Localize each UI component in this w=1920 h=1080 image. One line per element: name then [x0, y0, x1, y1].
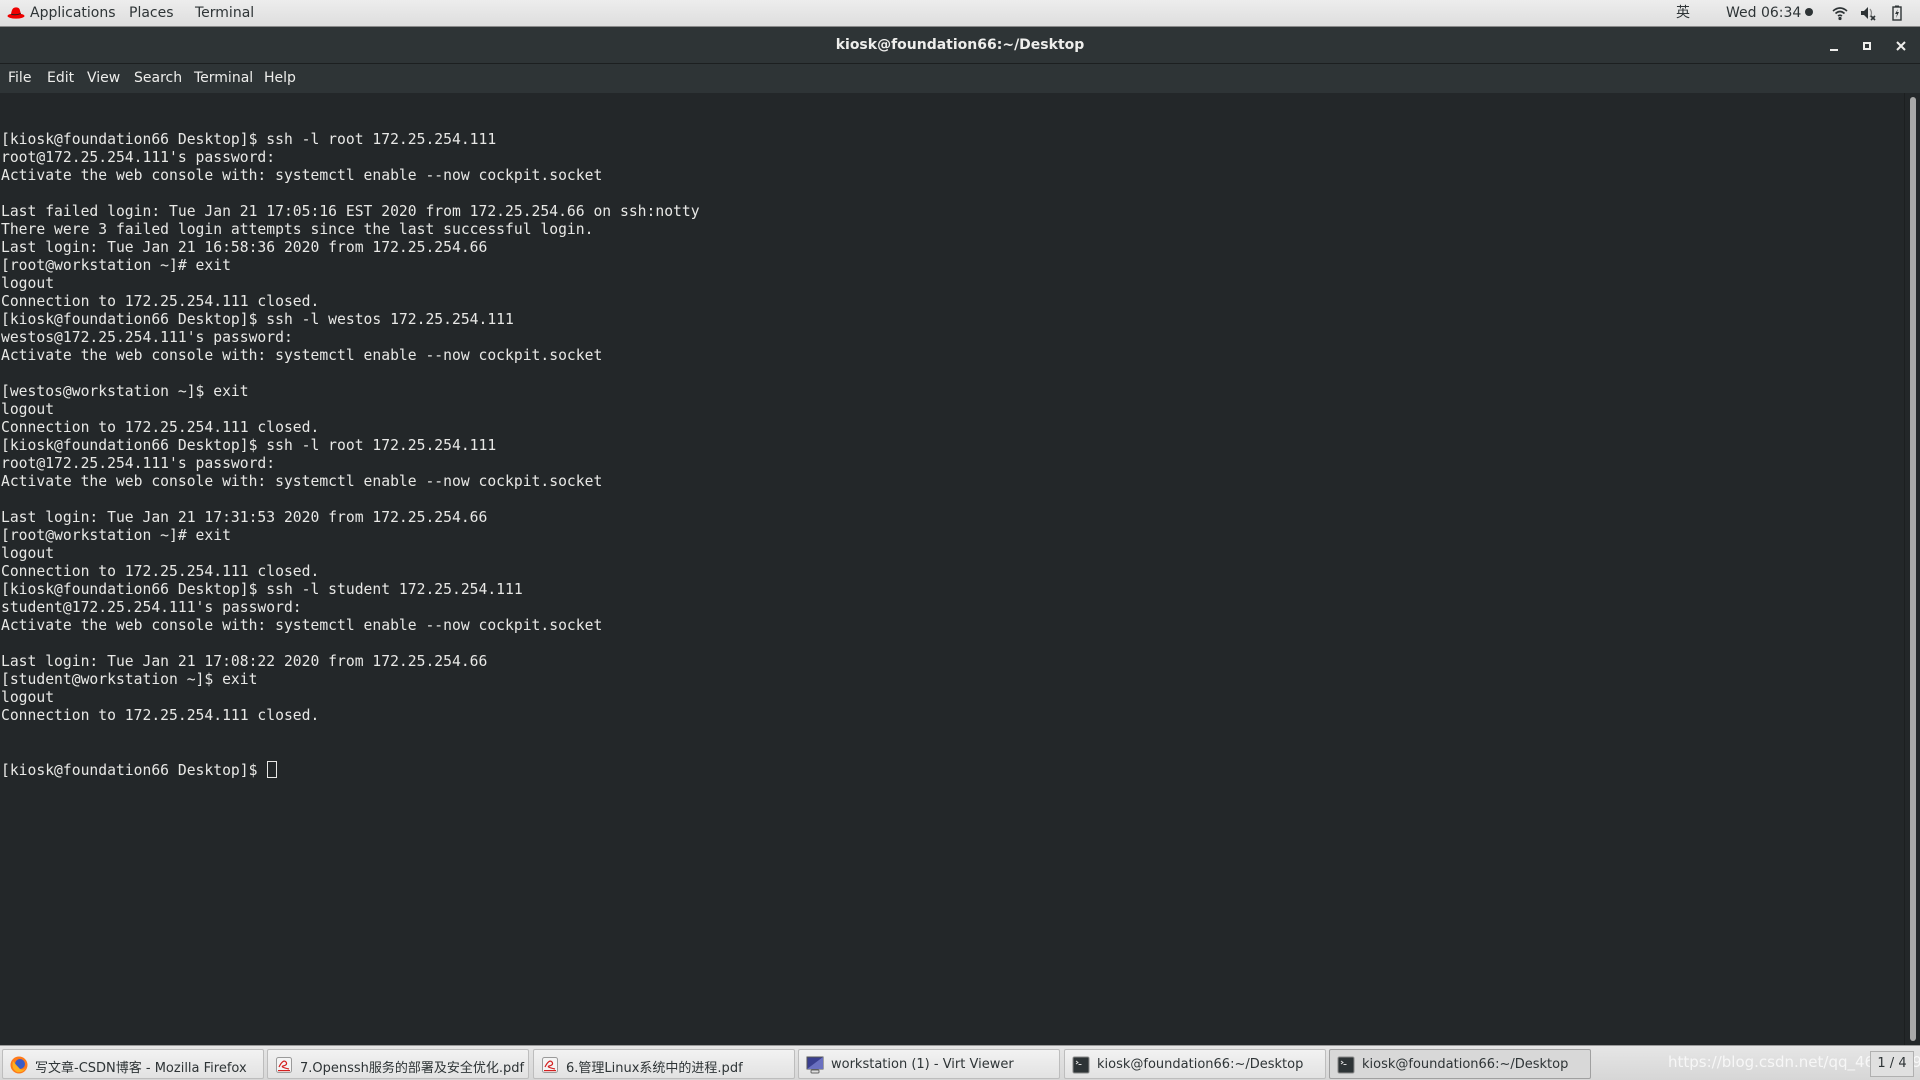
- terminal-line: There were 3 failed login attempts since…: [1, 221, 594, 238]
- task-label: kiosk@foundation66:~/Desktop: [1097, 1057, 1304, 1072]
- firefox-icon: [10, 1056, 28, 1074]
- task-pdf-openssh[interactable]: 7.Openssh服务的部署及安全优化.pdf: [267, 1049, 529, 1079]
- task-firefox[interactable]: 写文章-CSDN博客 - Mozilla Firefox: [2, 1049, 264, 1079]
- terminal-line: Activate the web console with: systemctl…: [1, 473, 603, 490]
- clock[interactable]: Wed 06:34: [1726, 4, 1814, 23]
- battery-charging-icon[interactable]: [1889, 5, 1905, 21]
- task-label: workstation (1) - Virt Viewer: [831, 1057, 1014, 1072]
- terminal-line: Last login: Tue Jan 21 17:08:22 2020 fro…: [1, 653, 488, 670]
- task-virt-viewer[interactable]: workstation (1) - Virt Viewer: [798, 1049, 1060, 1079]
- terminal-line: root@172.25.254.111's password:: [1, 455, 276, 472]
- app-menu-terminal[interactable]: Terminal: [195, 4, 254, 23]
- scrollbar-thumb[interactable]: [1910, 97, 1916, 1041]
- window-title: kiosk@foundation66:~/Desktop: [835, 37, 1085, 53]
- terminal-line: [root@workstation ~]# exit: [1, 527, 231, 544]
- workspace-indicator[interactable]: 1 / 4: [1870, 1051, 1914, 1077]
- terminal-line: Last failed login: Tue Jan 21 17:05:16 E…: [1, 203, 700, 220]
- terminal-line: Connection to 172.25.254.111 closed.: [1, 293, 320, 310]
- terminal-line: [westos@workstation ~]$ exit: [1, 383, 249, 400]
- text-cursor: [267, 761, 278, 778]
- terminal-icon: [1072, 1056, 1090, 1074]
- terminal-line: Activate the web console with: systemctl…: [1, 617, 603, 634]
- terminal-icon: [1337, 1056, 1355, 1074]
- menu-terminal[interactable]: Terminal: [194, 70, 253, 86]
- terminal-output[interactable]: [kiosk@foundation66 Desktop]$ ssh -l roo…: [0, 93, 1904, 1045]
- terminal-line: Connection to 172.25.254.111 closed.: [1, 563, 320, 580]
- task-pdf-process[interactable]: 6.管理Linux系统中的进程.pdf: [533, 1049, 795, 1079]
- terminal-line: [kiosk@foundation66 Desktop]$ ssh -l roo…: [1, 437, 497, 454]
- clock-text: Wed 06:34: [1726, 5, 1802, 21]
- terminal-prompt-line: [kiosk@foundation66 Desktop]$: [1, 761, 1903, 779]
- task-label: kiosk@foundation66:~/Desktop: [1362, 1057, 1569, 1072]
- terminal-line: logout: [1, 401, 55, 418]
- terminal-line: root@172.25.254.111's password:: [1, 149, 276, 166]
- terminal-line: Activate the web console with: systemctl…: [1, 347, 603, 364]
- redhat-logo-icon: [7, 7, 25, 19]
- task-terminal-2-active[interactable]: kiosk@foundation66:~/Desktop: [1329, 1049, 1591, 1079]
- window-list: 写文章-CSDN博客 - Mozilla Firefox 7.Openssh服务…: [0, 1045, 1920, 1080]
- terminal-line: [student@workstation ~]$ exit: [1, 671, 258, 688]
- menu-help[interactable]: Help: [264, 70, 296, 86]
- terminal-line: logout: [1, 275, 55, 292]
- terminal-line: Connection to 172.25.254.111 closed.: [1, 419, 320, 436]
- terminal-line: westos@172.25.254.111's password:: [1, 329, 293, 346]
- terminal-prompt: [kiosk@foundation66 Desktop]$: [1, 762, 267, 779]
- menu-file[interactable]: File: [8, 70, 31, 86]
- terminal-line: logout: [1, 689, 55, 706]
- task-terminal-1[interactable]: kiosk@foundation66:~/Desktop: [1064, 1049, 1326, 1079]
- terminal-line: Last login: Tue Jan 21 17:31:53 2020 fro…: [1, 509, 488, 526]
- top-bar: Applications Places Terminal 英 Wed 06:34: [0, 0, 1920, 27]
- maximize-button[interactable]: [1857, 36, 1877, 56]
- applications-menu[interactable]: Applications: [30, 4, 116, 23]
- menu-search[interactable]: Search: [134, 70, 182, 86]
- pdf-document-icon: [542, 1057, 558, 1073]
- terminal-line: [kiosk@foundation66 Desktop]$ ssh -l wes…: [1, 311, 514, 328]
- task-label: 6.管理Linux系统中的进程.pdf: [566, 1061, 743, 1076]
- menu-bar: File Edit View Search Terminal Help: [0, 65, 1920, 93]
- terminal-lines: [kiosk@foundation66 Desktop]$ ssh -l roo…: [1, 131, 1903, 725]
- input-method-indicator[interactable]: 英: [1676, 4, 1690, 23]
- wifi-icon[interactable]: [1832, 5, 1848, 21]
- terminal-line: student@172.25.254.111's password:: [1, 599, 302, 616]
- virt-viewer-icon: [806, 1056, 824, 1074]
- terminal-scrollbar[interactable]: [1904, 93, 1920, 1045]
- terminal-line: logout: [1, 545, 55, 562]
- task-label: 写文章-CSDN博客 - Mozilla Firefox: [35, 1061, 247, 1076]
- terminal-line: [kiosk@foundation66 Desktop]$ ssh -l roo…: [1, 131, 497, 148]
- window-titlebar[interactable]: kiosk@foundation66:~/Desktop: [0, 28, 1920, 64]
- notification-dot-icon: [1805, 8, 1814, 16]
- terminal-line: Last login: Tue Jan 21 16:58:36 2020 fro…: [1, 239, 488, 256]
- close-button[interactable]: [1891, 36, 1911, 56]
- volume-muted-icon[interactable]: [1860, 5, 1876, 21]
- terminal-line: Activate the web console with: systemctl…: [1, 167, 603, 184]
- pdf-document-icon: [276, 1057, 292, 1073]
- menu-view[interactable]: View: [87, 70, 120, 86]
- minimize-button[interactable]: [1824, 36, 1844, 56]
- terminal-line: Connection to 172.25.254.111 closed.: [1, 707, 320, 724]
- terminal-line: [kiosk@foundation66 Desktop]$ ssh -l stu…: [1, 581, 523, 598]
- terminal-line: [root@workstation ~]# exit: [1, 257, 231, 274]
- menu-edit[interactable]: Edit: [47, 70, 74, 86]
- places-menu[interactable]: Places: [129, 4, 174, 23]
- task-label: 7.Openssh服务的部署及安全优化.pdf: [300, 1061, 525, 1076]
